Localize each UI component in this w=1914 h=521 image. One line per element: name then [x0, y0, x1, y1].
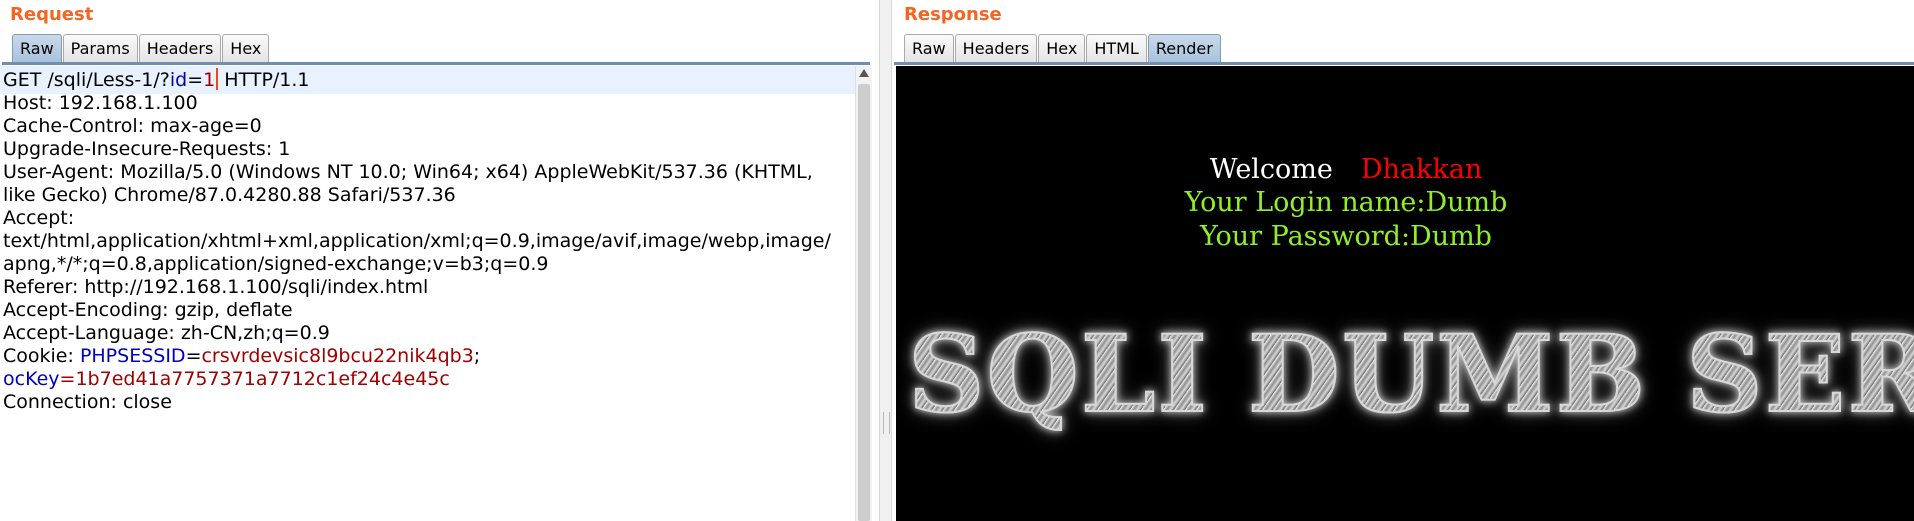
scroll-up-icon[interactable]: [859, 69, 869, 77]
scrollbar-thumb[interactable]: [858, 84, 870, 521]
tab-underline: [2, 62, 870, 65]
tab-render[interactable]: Render: [1147, 34, 1221, 62]
request-scrollbar[interactable]: [855, 66, 872, 521]
request-editor[interactable]: GET /sqli/Less-1/?id=1 HTTP/1.1 Host: 19…: [0, 66, 855, 521]
cookie-key: ocKey: [3, 368, 60, 390]
login-name-text: Your Login name:Dumb: [1184, 187, 1508, 218]
tab-params[interactable]: Params: [62, 34, 138, 62]
http-version: HTTP/1.1: [218, 69, 310, 91]
request-panel: Request Raw Params Headers Hex GET /sqli…: [0, 0, 879, 521]
tab-raw[interactable]: Raw: [904, 34, 954, 62]
request-path: GET /sqli/Less-1/?: [3, 69, 170, 91]
response-tabs: Raw Headers Hex HTML Render: [904, 34, 1222, 62]
cookie-value: crsvrdevsic8l9bcu22nik4qb3: [201, 345, 474, 367]
cookie-equals: =: [59, 368, 76, 390]
welcome-text: Welcome: [1209, 154, 1333, 185]
request-title: Request: [10, 4, 94, 25]
response-title: Response: [904, 4, 1002, 25]
password-text: Your Password:Dumb: [1200, 221, 1492, 252]
tab-underline: [894, 62, 1914, 65]
tab-raw[interactable]: Raw: [12, 34, 62, 62]
welcome-line: Welcome Dhakkan: [896, 154, 1796, 185]
tab-headers[interactable]: Headers: [954, 34, 1038, 62]
welcome-name: Dhakkan: [1360, 154, 1483, 185]
tab-hex[interactable]: Hex: [1038, 34, 1086, 62]
tab-html[interactable]: HTML: [1086, 34, 1147, 62]
tab-headers[interactable]: Headers: [138, 34, 222, 62]
split-divider[interactable]: [879, 0, 892, 521]
cookie-key: PHPSESSID: [79, 345, 186, 367]
divider-grip-icon[interactable]: [883, 412, 890, 434]
cookie-label: Cookie:: [3, 345, 80, 367]
param-value: 1: [203, 69, 216, 91]
render-view: Welcome Dhakkan Your Login name:Dumb Your…: [896, 66, 1914, 521]
cookie-separator: ;: [473, 345, 481, 367]
header-connection: Connection: close: [3, 391, 172, 413]
response-panel: Response Raw Headers Hex HTML Render Wel…: [892, 0, 1914, 521]
cookie-equals: =: [185, 345, 202, 367]
param-key: id: [169, 69, 188, 91]
sqli-banner-image: SQLI DUMB SERIES: [907, 318, 1914, 430]
cookie-value: 1b7ed41a7757371a7712c1ef24c4e45c: [75, 368, 450, 390]
tab-hex[interactable]: Hex: [222, 34, 270, 62]
request-tabs: Raw Params Headers Hex: [12, 34, 270, 62]
param-equals: =: [187, 69, 204, 91]
